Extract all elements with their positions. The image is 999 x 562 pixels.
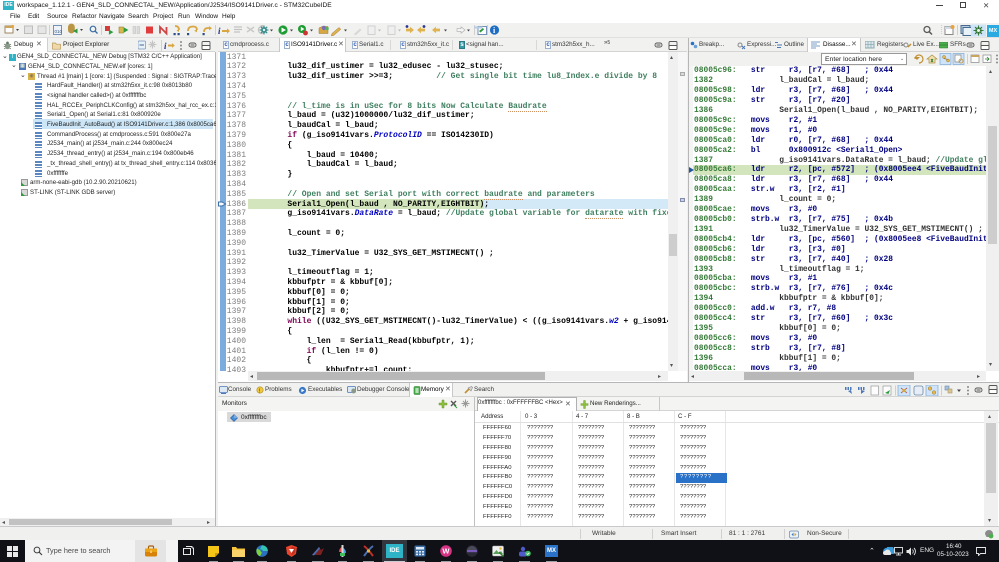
svg-text:010: 010 [55,29,63,34]
svg-text:i: i [218,26,221,36]
svg-text:i: i [164,41,167,51]
svg-text:W: W [442,547,450,556]
svg-text:!: ! [259,388,261,394]
